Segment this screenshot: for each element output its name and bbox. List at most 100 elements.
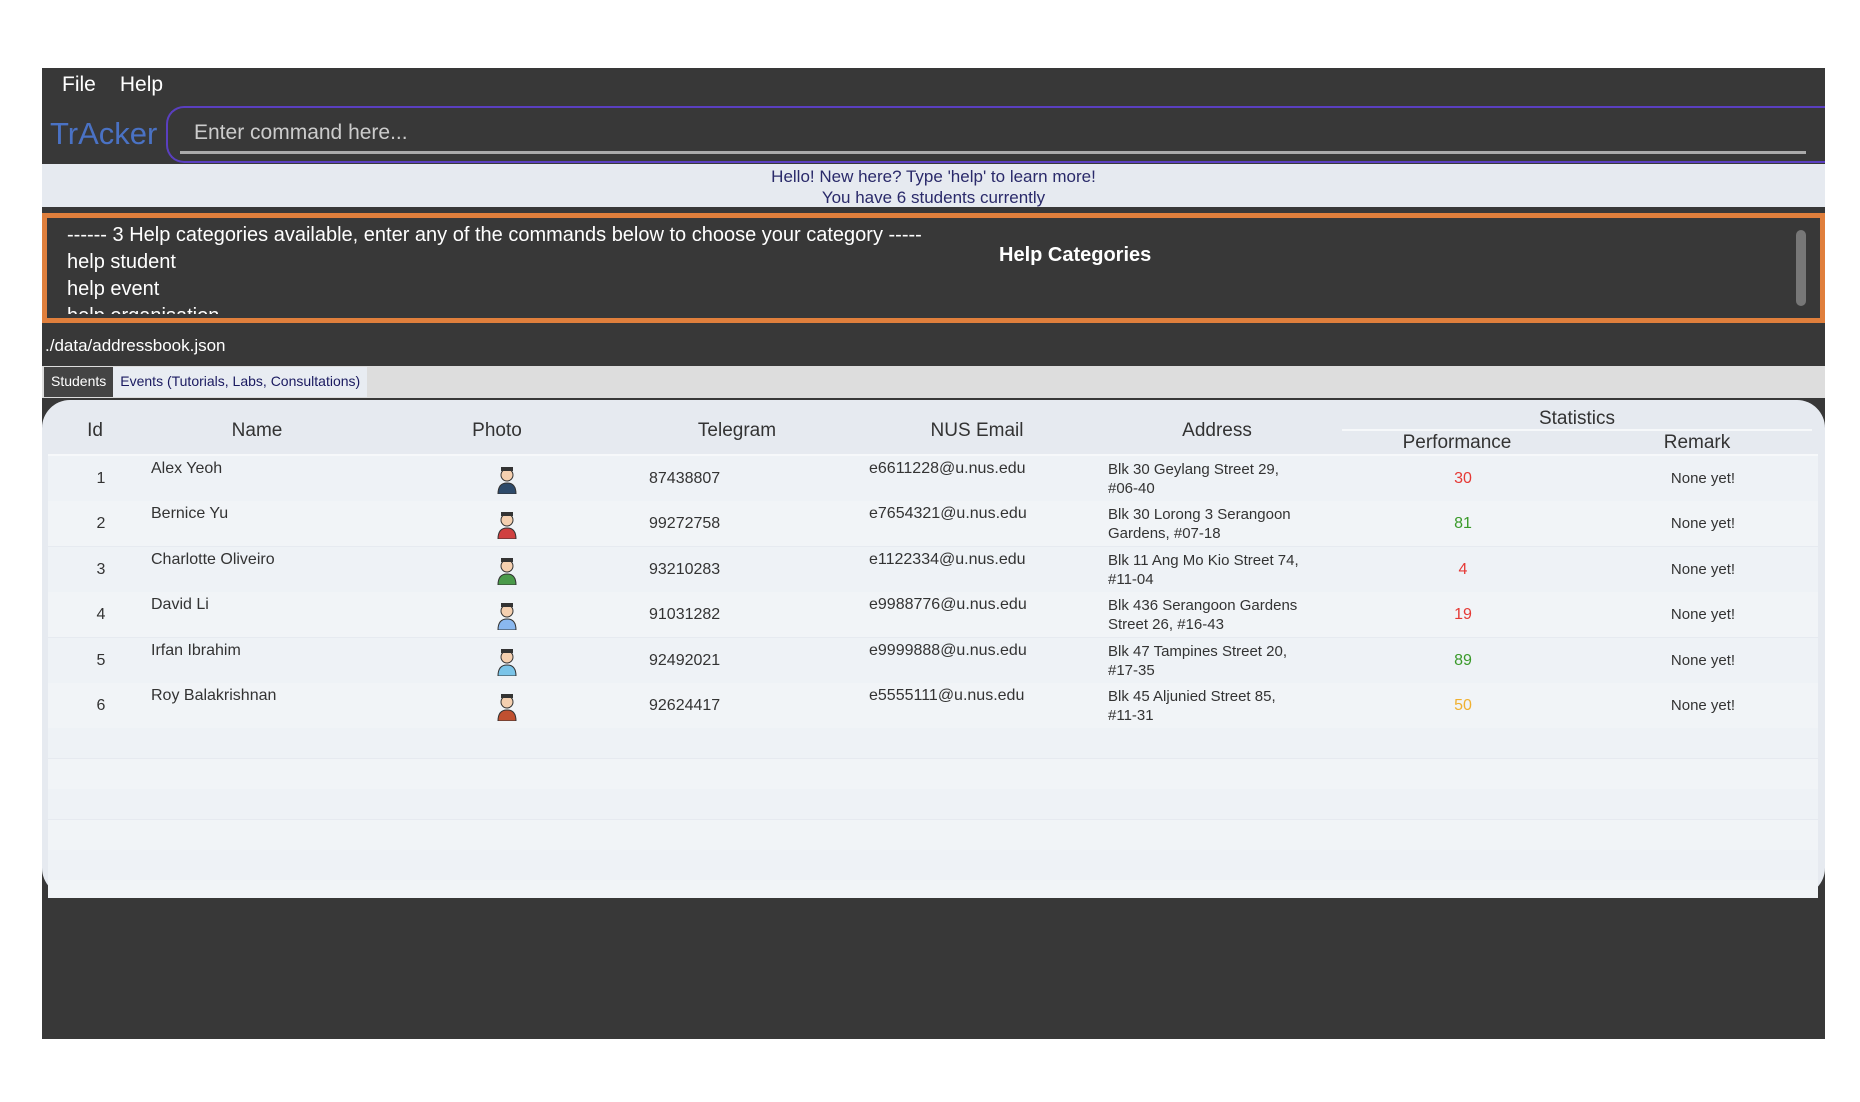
cell-address: Blk 11 Ang Mo Kio Street 74, #11-04 <box>1108 551 1299 589</box>
cell-name: Bernice Yu <box>151 505 229 523</box>
cell-name: Alex Yeoh <box>151 460 223 477</box>
address-line: Blk 11 Ang Mo Kio Street 74, <box>1108 551 1299 569</box>
cell-address: Blk 47 Tampines Street 20, #17-35 <box>1108 642 1287 680</box>
footer-area <box>42 898 1825 1039</box>
cell-performance: 19 <box>1454 606 1472 624</box>
address-line: Blk 45 Aljunied Street 85, <box>1108 688 1276 705</box>
empty-row <box>48 850 1818 880</box>
result-line: help organisation <box>67 303 1800 314</box>
cell-performance: 89 <box>1454 651 1472 669</box>
annotation-label: Help Categories <box>999 244 1152 266</box>
header-email[interactable]: NUS Email <box>862 420 1092 442</box>
cell-email: e7654321@u.nus.edu <box>869 505 1027 523</box>
address-line: Blk 436 Serangoon Gardens <box>1108 597 1298 615</box>
cell-remark: None yet! <box>1670 560 1736 578</box>
student-count: You have 6 students currently <box>821 188 1046 207</box>
cell-address: Blk 436 Serangoon Gardens Street 26, #16-… <box>1108 596 1297 634</box>
address-line: #06-40 <box>1108 480 1155 497</box>
cell-id: 1 <box>96 470 106 487</box>
student-redhair-avatar-icon <box>497 694 517 721</box>
cell-email: e1122334@u.nus.edu <box>869 550 1026 568</box>
cell-id: 6 <box>96 697 106 714</box>
tab-bar: Students Events (Tutorials, Labs, Consul… <box>42 366 1825 398</box>
cell-telegram: 99272758 <box>649 515 721 533</box>
result-line: help event <box>67 278 160 300</box>
result-scrollbar[interactable] <box>1796 230 1806 306</box>
cell-remark: None yet! <box>1670 470 1736 487</box>
online-learning-avatar-icon <box>497 603 517 631</box>
student-table: Id Name Photo Telegram NUS Email Address… <box>42 400 1825 911</box>
cell-id: 3 <box>96 560 106 578</box>
header-performance[interactable]: Performance <box>1342 432 1572 454</box>
table-row[interactable]: 4 David Li 91031282 e9988776@u.nus.edu B… <box>48 592 1818 638</box>
cell-id: 4 <box>96 606 106 624</box>
tab-students[interactable]: Students <box>44 367 114 397</box>
address-line: Blk 30 Geylang Street 29, <box>1108 461 1279 478</box>
address-line: #11-31 <box>1108 707 1154 724</box>
cell-id: 2 <box>96 515 106 533</box>
cell-performance: 81 <box>1454 515 1472 533</box>
address-line: #17-35 <box>1108 661 1155 679</box>
cell-email: e6611228@u.nus.edu <box>869 460 1026 477</box>
address-line: Street 26, #16-43 <box>1108 616 1224 634</box>
tab-events[interactable]: Events (Tutorials, Labs, Consultations) <box>113 367 368 397</box>
address-line: Gardens, #07-18 <box>1108 525 1221 543</box>
cell-id: 5 <box>96 651 106 669</box>
cell-address: Blk 30 Geylang Street 29, #06-40 <box>1108 460 1279 498</box>
student-boy-avatar-icon <box>497 648 517 676</box>
table-row[interactable]: 3 Charlotte Oliveiro 93210283 e1122334@u… <box>48 546 1818 592</box>
cell-telegram: 92624417 <box>649 697 721 714</box>
welcome-line: Hello! New here? Type 'help' to learn mo… <box>771 167 1096 186</box>
command-box <box>166 106 1825 163</box>
student-thinking-avatar-icon <box>497 557 517 585</box>
command-input[interactable] <box>180 114 1806 154</box>
header-photo[interactable]: Photo <box>382 420 612 442</box>
cell-performance: 4 <box>1458 560 1468 578</box>
header-statistics: Statistics <box>1538 408 1616 429</box>
address-line: Blk 30 Lorong 3 Serangoon <box>1108 506 1291 524</box>
cell-remark: None yet! <box>1670 697 1736 714</box>
menu-help[interactable]: Help <box>120 73 163 97</box>
cell-performance: 30 <box>1454 470 1472 487</box>
cell-telegram: 87438807 <box>649 470 721 487</box>
welcome-banner: Hello! New here? Type 'help' to learn mo… <box>42 164 1825 207</box>
cell-telegram: 91031282 <box>649 606 721 624</box>
app-logo: TrAcker <box>50 116 158 151</box>
cell-name: David Li <box>151 596 209 614</box>
empty-row <box>48 728 1818 759</box>
result-line: help student <box>67 251 176 273</box>
cell-remark: None yet! <box>1670 606 1736 624</box>
table-row[interactable]: 2 Bernice Yu 99272758 e7654321@u.nus.edu… <box>48 501 1818 547</box>
result-line: ------ 3 Help categories available, ente… <box>67 224 922 246</box>
cell-remark: None yet! <box>1670 515 1736 533</box>
result-display: ------ 3 Help categories available, ente… <box>42 213 1825 323</box>
table-row[interactable]: 6 Roy Balakrishnan 92624417 e5555111@u.n… <box>48 683 1818 728</box>
cell-address: Blk 45 Aljunied Street 85, #11-31 <box>1108 687 1276 725</box>
header-telegram[interactable]: Telegram <box>622 420 852 442</box>
cell-email: e5555111@u.nus.edu <box>869 687 1025 704</box>
cell-email: e9988776@u.nus.edu <box>869 596 1027 614</box>
header-address[interactable]: Address <box>1102 420 1332 442</box>
cell-telegram: 93210283 <box>649 560 721 578</box>
app-window: File Help TrAcker Hello! New here? Type … <box>42 68 1825 1039</box>
menu-file[interactable]: File <box>62 73 96 97</box>
empty-row <box>48 819 1818 850</box>
empty-row <box>48 758 1818 789</box>
address-line: #11-04 <box>1108 570 1154 588</box>
empty-row <box>48 789 1818 820</box>
cell-address: Blk 30 Lorong 3 Serangoon Gardens, #07-18 <box>1108 505 1291 543</box>
cell-name: Charlotte Oliveiro <box>151 550 275 568</box>
cell-remark: None yet! <box>1670 651 1736 669</box>
cell-name: Roy Balakrishnan <box>151 687 277 704</box>
divider <box>1342 429 1812 431</box>
cell-telegram: 92492021 <box>649 651 721 669</box>
header-remark[interactable]: Remark <box>1582 432 1812 454</box>
header-name[interactable]: Name <box>142 420 372 442</box>
file-path: ./data/addressbook.json <box>45 336 226 355</box>
header-id[interactable]: Id <box>62 420 128 442</box>
menu-bar: File Help <box>42 68 1825 102</box>
cell-name: Irfan Ibrahim <box>151 641 241 659</box>
table-row[interactable]: 5 Irfan Ibrahim 92492021 e9999888@u.nus.… <box>48 637 1818 683</box>
table-row[interactable]: 1 Alex Yeoh 87438807 e6611228@u.nus.edu … <box>48 456 1818 501</box>
cell-performance: 50 <box>1454 697 1472 714</box>
